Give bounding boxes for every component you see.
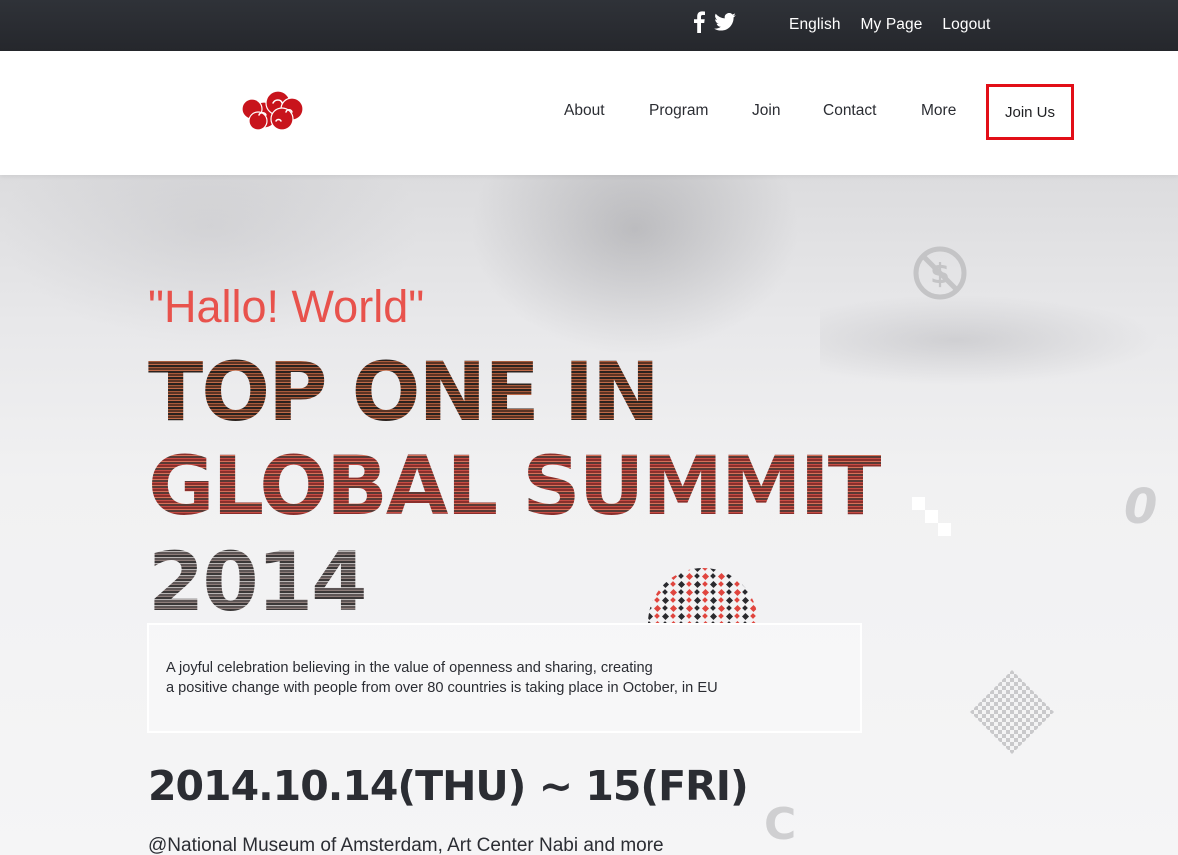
logout-link[interactable]: Logout xyxy=(942,16,990,34)
nav-program[interactable]: Program xyxy=(649,102,708,120)
join-us-label: Join Us xyxy=(1004,103,1056,121)
top-links: English My Page Logout xyxy=(789,16,990,34)
event-date: 2014.10.14(THU) ~ 15(FRI) xyxy=(148,762,749,810)
description-line-1: A joyful celebration believing in the va… xyxy=(166,660,653,676)
social-links xyxy=(693,11,736,38)
background-photo-blur xyxy=(470,175,800,355)
hero-description-box: A joyful celebration believing in the va… xyxy=(147,623,862,733)
main-header: About Program Join Contact More Join Us xyxy=(0,51,1178,175)
pixel-dome-decoration xyxy=(646,565,760,628)
hero-tagline: "Hallo! World" xyxy=(148,281,425,332)
top-bar: English My Page Logout xyxy=(0,0,1178,51)
red-cloud-logo[interactable] xyxy=(234,85,308,140)
my-page-link[interactable]: My Page xyxy=(861,16,923,34)
event-venue: @National Museum of Amsterdam, Art Cente… xyxy=(148,835,664,855)
no-dollar-icon: $ xyxy=(912,245,968,306)
nav-more[interactable]: More xyxy=(921,102,956,120)
description-line-2: a positive change with people from over … xyxy=(166,679,718,696)
nav-contact[interactable]: Contact xyxy=(823,102,876,120)
background-photo-blur xyxy=(820,295,1160,385)
svg-text:$: $ xyxy=(930,257,949,290)
twitter-icon[interactable] xyxy=(714,12,736,36)
pixel-diamond-decoration xyxy=(970,670,1054,759)
hero-section: $ 0 C "Hallo! World" TOP ONE IN GLOBAL S… xyxy=(0,175,1178,855)
facebook-icon[interactable] xyxy=(693,11,705,38)
pixel-steps-decoration xyxy=(912,497,954,544)
hero-headline-line-1: TOP ONE IN xyxy=(148,346,660,440)
c-glyph-decoration: C xyxy=(764,799,797,850)
nav-about[interactable]: About xyxy=(564,102,605,120)
zero-glyph-decoration: 0 xyxy=(1124,479,1158,535)
nav-join[interactable]: Join xyxy=(752,102,780,120)
hero-headline-line-2: GLOBAL SUMMIT xyxy=(148,440,883,534)
hero-headline-line-3: 2014 xyxy=(148,536,367,630)
language-link[interactable]: English xyxy=(789,16,841,34)
join-us-button[interactable]: Join Us xyxy=(986,84,1074,140)
